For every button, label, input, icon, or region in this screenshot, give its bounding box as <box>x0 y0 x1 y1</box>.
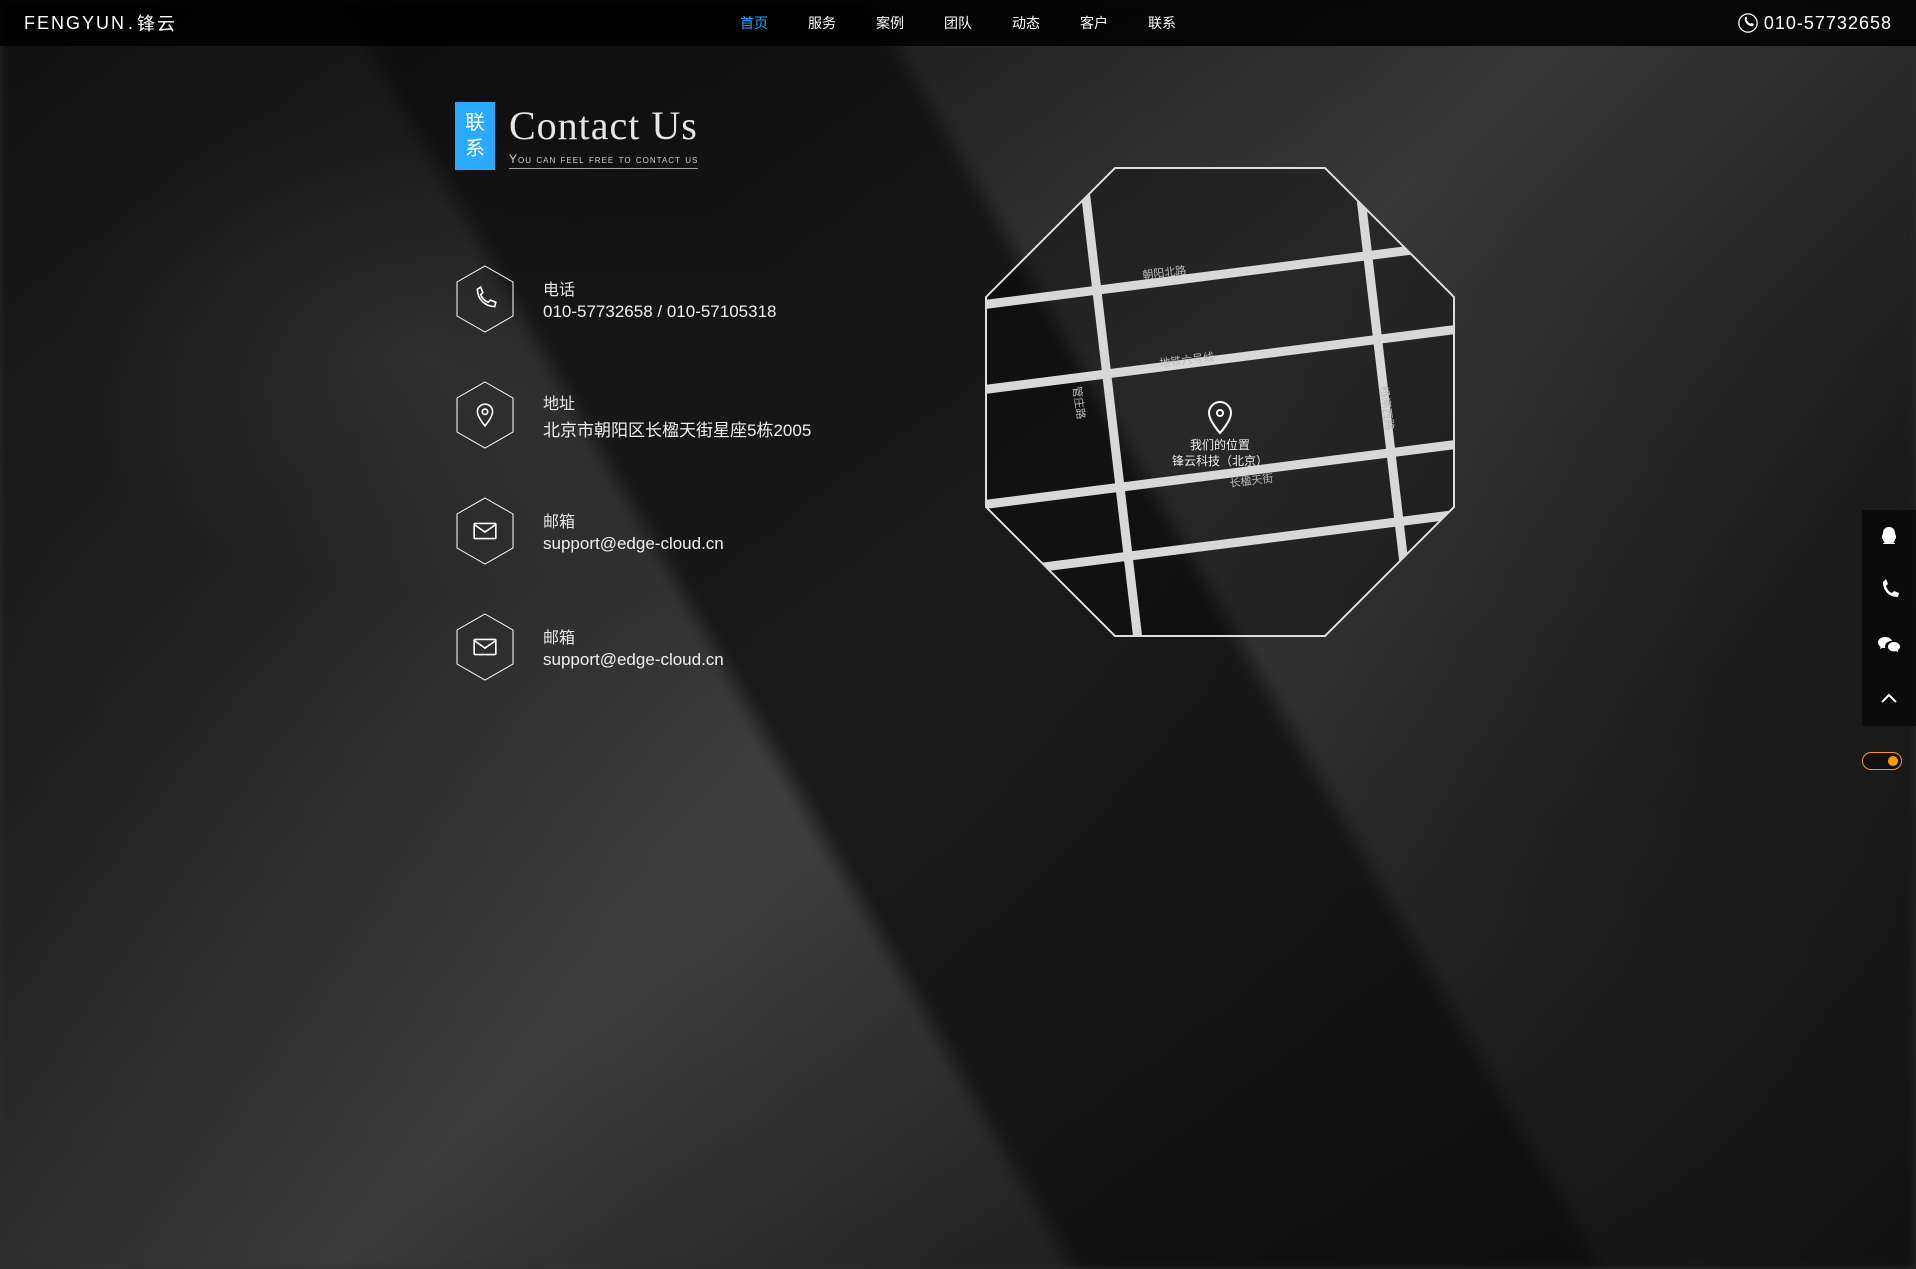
brand-divider: . <box>128 13 135 34</box>
section-heading: 联 系 Contact Us You can feel free to cont… <box>455 102 698 170</box>
contact-email1-value: support@edge-cloud.cn <box>543 534 724 554</box>
contact-email2-value: support@edge-cloud.cn <box>543 650 724 670</box>
contact-email-1: 邮箱 support@edge-cloud.cn <box>455 497 811 565</box>
contact-phone-hex <box>455 265 515 333</box>
mail-icon <box>472 634 498 660</box>
nav-link-news[interactable]: 动态 <box>1012 0 1040 46</box>
contact-address-value: 北京市朝阳区长楹天街星座5栋2005 <box>543 416 811 441</box>
header-phone-number: 010-57732658 <box>1764 13 1892 34</box>
side-top-button[interactable] <box>1862 672 1916 726</box>
contact-email1-hex <box>455 497 515 565</box>
nav-links: 首页 服务 案例 团队 动态 客户 联系 <box>740 0 1176 46</box>
contact-email2-hex <box>455 613 515 681</box>
contact-phone-label: 电话 <box>543 276 777 300</box>
nav-link-contact[interactable]: 联系 <box>1148 0 1176 46</box>
phone-handset-icon <box>1877 579 1901 603</box>
contact-address-label: 地址 <box>543 390 811 414</box>
nav-link-cases[interactable]: 案例 <box>876 0 904 46</box>
contact-email1-text: 邮箱 support@edge-cloud.cn <box>543 508 724 554</box>
contact-address-text: 地址 北京市朝阳区长楹天街星座5栋2005 <box>543 390 811 441</box>
qq-icon <box>1877 525 1901 549</box>
nav-link-clients[interactable]: 客户 <box>1080 0 1108 46</box>
heading-sub: You can feel free to contact us <box>509 152 698 169</box>
brand-text-cn: 锋云 <box>137 10 177 36</box>
heading-cn-char1: 联 <box>465 110 485 136</box>
side-float-bar <box>1862 510 1916 726</box>
nav-link-services[interactable]: 服务 <box>808 0 836 46</box>
toggle-dot <box>1888 756 1898 766</box>
contact-email2-label: 邮箱 <box>543 624 724 648</box>
side-wechat-button[interactable] <box>1862 618 1916 672</box>
contact-address-hex <box>455 381 515 449</box>
map-svg: 朝阳北路 地铁六号线 长楹天街 管庄路 杨闸西路 我们的位置 锋云科技（北京） <box>985 167 1455 637</box>
side-qq-button[interactable] <box>1862 510 1916 564</box>
theme-toggle[interactable] <box>1862 752 1902 770</box>
chevron-up-icon <box>1877 687 1901 711</box>
nav-link-team[interactable]: 团队 <box>944 0 972 46</box>
contact-phone: 电话 010-57732658 / 010-57105318 <box>455 265 811 333</box>
contact-address: 地址 北京市朝阳区长楹天街星座5栋2005 <box>455 381 811 449</box>
heading-cn-char2: 系 <box>465 136 485 162</box>
contact-phone-value: 010-57732658 / 010-57105318 <box>543 302 777 322</box>
mail-icon <box>472 518 498 544</box>
background-overlay <box>0 0 1916 1269</box>
contact-email1-label: 邮箱 <box>543 508 724 532</box>
wechat-icon <box>1877 633 1901 657</box>
contact-phone-text: 电话 010-57732658 / 010-57105318 <box>543 276 777 322</box>
heading-en: Contact Us <box>509 104 698 148</box>
brand-text-en: FENGYUN <box>24 13 126 34</box>
header-phone[interactable]: 010-57732658 <box>1738 0 1892 46</box>
contact-email-2: 邮箱 support@edge-cloud.cn <box>455 613 811 681</box>
map-marker-line1: 我们的位置 <box>1190 437 1250 452</box>
nav-link-home[interactable]: 首页 <box>740 0 768 46</box>
phone-outline-icon <box>472 286 498 312</box>
heading-cn-badge: 联 系 <box>455 102 495 170</box>
location-map: 朝阳北路 地铁六号线 长楹天街 管庄路 杨闸西路 我们的位置 锋云科技（北京） <box>985 167 1455 637</box>
contact-list: 电话 010-57732658 / 010-57105318 地址 北京市朝阳区… <box>455 265 811 681</box>
map-marker-line2: 锋云科技（北京） <box>1172 454 1268 468</box>
heading-texts: Contact Us You can feel free to contact … <box>509 104 698 169</box>
phone-icon <box>1738 13 1758 33</box>
location-pin-icon <box>472 402 498 428</box>
brand-logo[interactable]: FENGYUN.锋云 <box>24 0 177 46</box>
contact-email2-text: 邮箱 support@edge-cloud.cn <box>543 624 724 670</box>
top-nav: FENGYUN.锋云 首页 服务 案例 团队 动态 客户 联系 010-5773… <box>0 0 1916 46</box>
side-phone-button[interactable] <box>1862 564 1916 618</box>
